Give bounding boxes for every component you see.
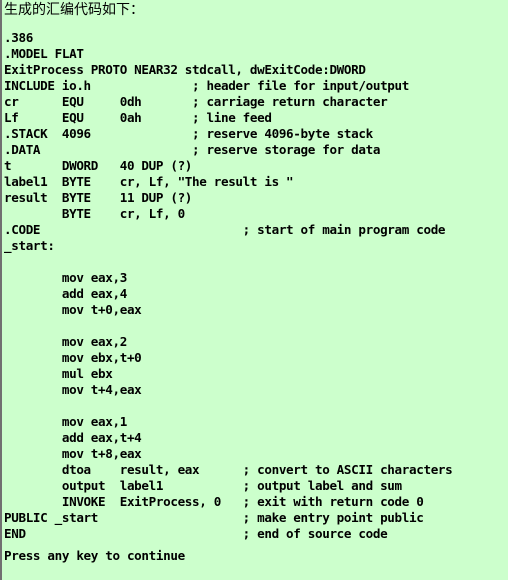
code-line: t DWORD 40 DUP (?) xyxy=(4,158,193,173)
code-line: _start: xyxy=(4,238,55,253)
code-line: .STACK 4096 ; reserve 4096-byte stack xyxy=(4,126,373,141)
page-title: 生成的汇编代码如下： xyxy=(4,2,144,18)
code-line: INVOKE ExitProcess, 0 ; exit with return… xyxy=(4,494,424,509)
code-line: mov eax,1 xyxy=(4,414,127,429)
code-line: output label1 ; output label and sum xyxy=(4,478,402,493)
code-line: END ; end of source code xyxy=(4,526,388,541)
code-line: INCLUDE io.h ; header file for input/out… xyxy=(4,78,409,93)
code-line: Lf EQU 0ah ; line feed xyxy=(4,110,272,125)
code-line: add eax,t+4 xyxy=(4,430,142,445)
code-line: BYTE cr, Lf, 0 xyxy=(4,206,185,221)
code-line: add eax,4 xyxy=(4,286,127,301)
code-line: mov t+0,eax xyxy=(4,302,142,317)
code-line: ExitProcess PROTO NEAR32 stdcall, dwExit… xyxy=(4,62,366,77)
code-line: mov ebx,t+0 xyxy=(4,350,142,365)
code-line: result BYTE 11 DUP (?) xyxy=(4,190,193,205)
code-line: dtoa result, eax ; convert to ASCII char… xyxy=(4,462,453,477)
code-line: mov eax,3 xyxy=(4,270,127,285)
code-line: .386 xyxy=(4,30,33,45)
assembly-code-listing: .386 .MODEL FLAT ExitProcess PROTO NEAR32 … xyxy=(4,30,508,542)
code-line: .CODE ; start of main program code xyxy=(4,222,446,237)
code-line: mov eax,2 xyxy=(4,334,127,349)
code-line: mov t+4,eax xyxy=(4,382,142,397)
code-line: PUBLIC _start ; make entry point public xyxy=(4,510,424,525)
code-line: .MODEL FLAT xyxy=(4,46,84,61)
code-line: label1 BYTE cr, Lf, "The result is " xyxy=(4,174,294,189)
code-line: cr EQU 0dh ; carriage return character xyxy=(4,94,388,109)
console-window: 生成的汇编代码如下： .386 .MODEL FLAT ExitProcess PR… xyxy=(0,0,508,580)
code-line: .DATA ; reserve storage for data xyxy=(4,142,381,157)
press-any-key-prompt: Press any key to continue xyxy=(4,548,185,563)
code-line: mov t+8,eax xyxy=(4,446,142,461)
code-line: mul ebx xyxy=(4,366,113,381)
